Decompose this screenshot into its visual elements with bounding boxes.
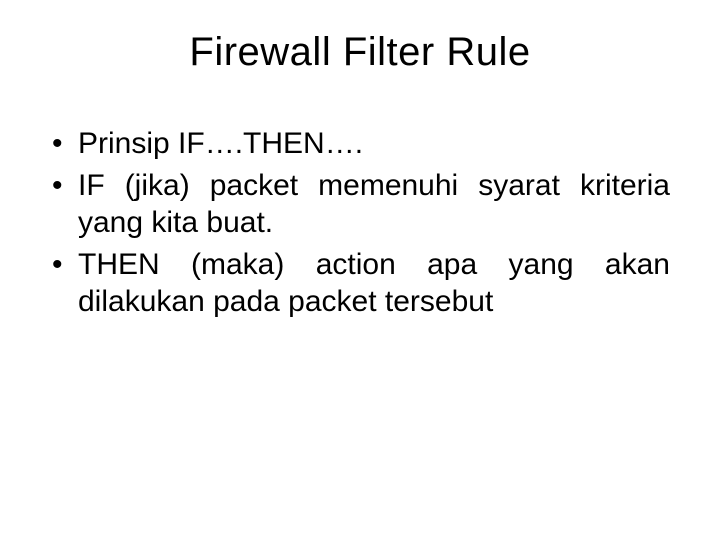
slide-title: Firewall Filter Rule [40,30,680,75]
bullet-list: Prinsip IF….THEN…. IF (jika) packet meme… [50,125,670,321]
list-item: Prinsip IF….THEN…. [50,125,670,163]
list-item: IF (jika) packet memenuhi syarat kriteri… [50,167,670,242]
list-item: THEN (maka) action apa yang akan dilakuk… [50,246,670,321]
slide: Firewall Filter Rule Prinsip IF….THEN…. … [0,0,720,540]
